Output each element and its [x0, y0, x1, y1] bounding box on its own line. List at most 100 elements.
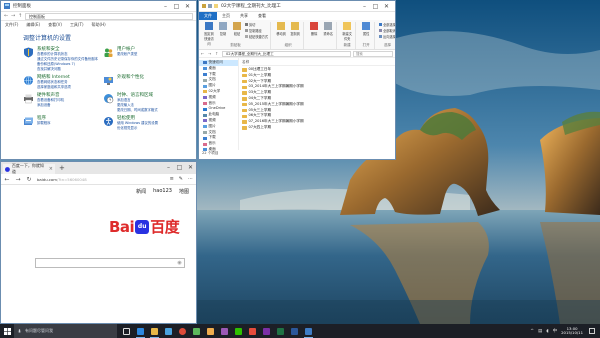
taskbar-chrome[interactable]: [176, 324, 189, 338]
invert-selection-button[interactable]: 反向选择: [379, 34, 395, 39]
select-none-button[interactable]: 全部取消: [379, 28, 395, 33]
link-news[interactable]: 新闻: [136, 188, 146, 195]
more-icon[interactable]: ⋯: [188, 176, 193, 182]
maximize-icon[interactable]: □: [370, 1, 381, 11]
taskbar-app[interactable]: [204, 324, 217, 338]
start-button[interactable]: [0, 324, 14, 338]
move-to-button[interactable]: 移动到: [275, 22, 287, 36]
menu-edit[interactable]: 编辑(E): [26, 22, 40, 28]
paste-button[interactable]: 粘贴: [231, 22, 243, 36]
taskbar-explorer[interactable]: [148, 324, 161, 338]
category-title[interactable]: 外观和个性化: [117, 75, 144, 80]
paste-shortcut-button[interactable]: 粘贴快捷方式: [245, 34, 268, 39]
control-panel-content: 调整计算机的设置 系统和安全 查看你的计算机状态 通过文件历史记录保存你的文件备…: [1, 29, 196, 131]
menu-help[interactable]: 帮助(H): [92, 22, 106, 28]
address-field[interactable]: 02大学课程_全期刊大_比理工: [222, 50, 351, 57]
tab-home[interactable]: 主页: [217, 12, 235, 20]
category-link[interactable]: 更改帐户类型: [117, 52, 137, 57]
link-map[interactable]: 地图: [179, 188, 189, 195]
maximize-icon[interactable]: □: [174, 162, 185, 172]
forward-arrow-icon[interactable]: →: [11, 13, 18, 19]
close-icon[interactable]: ✕: [182, 1, 193, 11]
category-link[interactable]: 优化视觉显示: [117, 126, 158, 131]
taskbar-app[interactable]: [190, 324, 203, 338]
close-tab-icon[interactable]: ×: [49, 166, 53, 172]
taskbar-excel[interactable]: [274, 324, 287, 338]
task-view-button[interactable]: [120, 324, 133, 338]
browser-tab[interactable]: 百度一下，你就知道 ×: [3, 163, 55, 174]
copy-button[interactable]: 复制: [217, 22, 229, 36]
ribbon-group-select: 全部选择 全部取消 反向选择 选择: [377, 22, 395, 49]
taskbar-app[interactable]: [246, 324, 259, 338]
camera-icon[interactable]: ◉: [175, 259, 184, 267]
category-link[interactable]: 添加设备: [37, 103, 64, 108]
copy-path-button[interactable]: 复制路径: [245, 28, 268, 33]
new-folder-button[interactable]: 新建文件夹: [341, 22, 353, 41]
shield-icon: [24, 47, 33, 58]
folder-icon[interactable]: [202, 4, 206, 8]
new-folder-icon[interactable]: [214, 4, 218, 8]
back-arrow-icon[interactable]: ←: [4, 176, 10, 183]
minimize-icon[interactable]: –: [163, 162, 174, 172]
up-arrow-icon[interactable]: ↑: [18, 13, 25, 19]
address-field[interactable]: 控制面板: [25, 12, 193, 20]
reading-list-icon[interactable]: ≡: [170, 176, 174, 182]
taskbar-wechat[interactable]: [232, 324, 245, 338]
menu-view[interactable]: 查看(V): [48, 22, 62, 28]
category-link[interactable]: 选择家庭组和共享选项: [37, 85, 71, 90]
new-tab-icon[interactable]: +: [55, 164, 69, 174]
properties-icon[interactable]: [208, 4, 212, 8]
folder-icon: [242, 68, 247, 72]
taskbar-store[interactable]: [162, 324, 175, 338]
select-all-button[interactable]: 全部选择: [379, 22, 395, 27]
cut-button[interactable]: 剪切: [245, 22, 268, 27]
taskbar-app[interactable]: [218, 324, 231, 338]
explorer-titlebar[interactable]: 02大学课程_全期刊大_比理工 – □ ✕: [199, 1, 395, 12]
paw-icon: du: [135, 219, 150, 234]
chevron-up-icon[interactable]: ^: [530, 329, 534, 334]
link-hao123[interactable]: hao123: [153, 188, 172, 194]
search-input[interactable]: [36, 259, 175, 267]
forward-arrow-icon[interactable]: →: [15, 176, 21, 183]
properties-button[interactable]: 属性: [360, 22, 372, 36]
column-header-name[interactable]: 名称: [242, 60, 395, 66]
copy-icon: [219, 22, 227, 30]
category-link[interactable]: 卸载程序: [37, 121, 51, 126]
minimize-icon[interactable]: –: [359, 1, 370, 11]
up-arrow-icon[interactable]: ↑: [215, 51, 220, 56]
rename-button[interactable]: 重命名: [322, 22, 334, 36]
folder-row[interactable]: 07大四上学期: [242, 125, 395, 131]
control-panel-titlebar[interactable]: 控制面板 – □ ✕: [1, 1, 196, 12]
category-link[interactable]: 查找并解决问题: [37, 67, 98, 72]
tab-file[interactable]: 文件: [199, 12, 217, 20]
delete-button[interactable]: 删除: [308, 22, 320, 36]
volume-icon[interactable]: ◖: [546, 329, 548, 334]
input-language[interactable]: 中: [553, 328, 558, 334]
minimize-icon[interactable]: –: [160, 1, 171, 11]
forward-arrow-icon[interactable]: →: [208, 51, 213, 56]
close-icon[interactable]: ✕: [381, 1, 392, 11]
back-arrow-icon[interactable]: ←: [201, 51, 206, 56]
url-field[interactable]: baidu.com/?tn=56060048: [37, 177, 165, 182]
tab-share[interactable]: 共享: [235, 12, 253, 20]
menu-tools[interactable]: 工具(T): [70, 22, 84, 28]
search-input[interactable]: 搜索: [353, 50, 393, 57]
menu-file[interactable]: 文件(F): [5, 22, 18, 28]
taskbar-onenote[interactable]: [260, 324, 273, 338]
pin-button[interactable]: 固定到快速访问: [203, 22, 215, 46]
category-link[interactable]: 更改日期、时间或数字格式: [117, 108, 158, 113]
notes-icon[interactable]: ✎: [179, 176, 183, 182]
back-arrow-icon[interactable]: ←: [4, 13, 11, 19]
maximize-icon[interactable]: □: [171, 1, 182, 11]
cortana-search-box[interactable]: 有问题尽管问我: [14, 324, 117, 338]
clock[interactable]: 13:00 2015/10/11: [561, 326, 583, 336]
tab-view[interactable]: 查看: [253, 12, 271, 20]
taskbar-edge[interactable]: [134, 324, 147, 338]
notification-icon[interactable]: [589, 328, 595, 334]
taskbar-control-panel[interactable]: [302, 324, 315, 338]
close-icon[interactable]: ✕: [185, 162, 196, 172]
copy-to-button[interactable]: 复制到: [289, 22, 301, 36]
taskbar-word[interactable]: [288, 324, 301, 338]
refresh-icon[interactable]: ↻: [26, 176, 32, 183]
network-icon[interactable]: ▤: [538, 329, 542, 334]
